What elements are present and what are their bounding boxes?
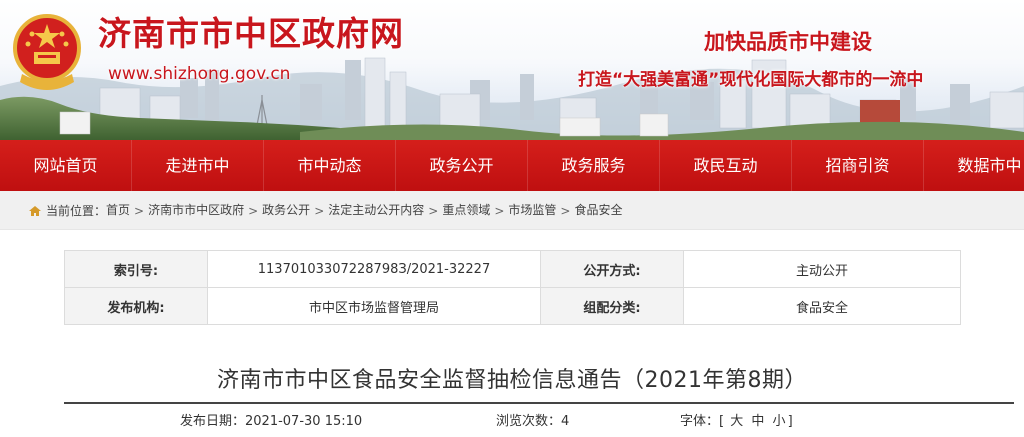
- home-icon: [29, 205, 41, 216]
- breadcrumb-item-government[interactable]: 济南市市中区政府: [148, 203, 244, 217]
- document-info-table: 索引号: 11370103307228798З/2021-32227 公开方式:…: [64, 250, 961, 325]
- views-count: 4: [561, 414, 570, 429]
- breadcrumb-separator: >: [428, 203, 439, 218]
- category-value: 食品安全: [683, 287, 961, 325]
- breadcrumb-item-market[interactable]: 市场监管: [508, 203, 556, 217]
- font-bracket-open: [: [719, 414, 725, 429]
- breadcrumb-separator: >: [494, 203, 505, 218]
- font-medium-button[interactable]: 中: [751, 414, 764, 429]
- article-title: 济南市市中区食品安全监督抽检信息通告（2021年第8期）: [217, 368, 807, 393]
- disclosure-label: 公开方式:: [540, 250, 684, 288]
- font-bracket-close: ]: [787, 414, 793, 429]
- nav-item-data[interactable]: 数据市中: [924, 140, 1024, 191]
- font-small-button[interactable]: 小: [773, 414, 786, 429]
- breadcrumb-item-key-areas[interactable]: 重点领域: [442, 203, 490, 217]
- table-row: 索引号: 11370103307228798З/2021-32227 公开方式:…: [64, 250, 961, 288]
- breadcrumb-separator: >: [314, 203, 325, 218]
- nav-item-services[interactable]: 政务服务: [528, 140, 660, 191]
- index-value: 11370103307228798З/2021-32227: [207, 250, 541, 288]
- index-label: 索引号:: [64, 250, 208, 288]
- publish-date-label: 发布日期：: [180, 414, 246, 429]
- publish-date-group: 发布日期：2021-07-30 15:10: [180, 410, 362, 429]
- title-divider: [64, 402, 1014, 404]
- nav-item-investment[interactable]: 招商引资: [792, 140, 924, 191]
- breadcrumb: 当前位置：首页 > 济南市市中区政府 > 政务公开 > 法定主动公开内容 > 重点领域 > 市场监管…: [0, 191, 1024, 230]
- breadcrumb-separator: >: [134, 203, 145, 218]
- nav-item-news[interactable]: 市中动态: [264, 140, 396, 191]
- site-url[interactable]: www.shizhong.gov.cn: [108, 64, 290, 84]
- national-emblem-icon: [13, 14, 81, 90]
- main-nav: 网站首页 走进市中 市中动态 政务公开 政务服务 政民互动 招商引资 数据市中: [0, 140, 1024, 191]
- table-row: 发布机构: 市中区市场监督管理局 组配分类: 食品安全: [64, 287, 961, 325]
- nav-item-interaction[interactable]: 政民互动: [660, 140, 792, 191]
- breadcrumb-separator: >: [560, 203, 571, 218]
- site-banner: 济南市市中区政府网 www.shizhong.gov.cn 加快品质市中建设 打…: [0, 0, 1024, 140]
- publisher-label: 发布机构:: [64, 287, 208, 325]
- nav-item-about[interactable]: 走进市中: [132, 140, 264, 191]
- breadcrumb-item-statutory[interactable]: 法定主动公开内容: [328, 203, 424, 217]
- font-size-group: 字体：[ 大 中 小]: [680, 410, 793, 429]
- site-title[interactable]: 济南市市中区政府网: [98, 14, 404, 54]
- breadcrumb-item-home[interactable]: 首页: [106, 203, 130, 217]
- breadcrumb-label: 当前位置：: [46, 204, 107, 218]
- nav-item-home[interactable]: 网站首页: [0, 140, 132, 191]
- views-group: 浏览次数：4: [496, 410, 569, 429]
- breadcrumb-item-food-safety[interactable]: 食品安全: [574, 203, 622, 217]
- slogan-primary: 加快品质市中建设: [704, 30, 872, 54]
- publisher-value: 市中区市场监督管理局: [207, 287, 541, 325]
- category-label: 组配分类:: [540, 287, 684, 325]
- font-large-button[interactable]: 大: [730, 414, 743, 429]
- disclosure-value: 主动公开: [683, 250, 961, 288]
- views-label: 浏览次数：: [496, 414, 562, 429]
- font-size-label: 字体：: [680, 414, 720, 429]
- publish-date: 2021-07-30 15:10: [245, 414, 363, 429]
- nav-item-disclosure[interactable]: 政务公开: [396, 140, 528, 191]
- breadcrumb-separator: >: [248, 203, 259, 218]
- slogan-secondary: 打造“大强美富通”现代化国际大都市的一流中: [578, 70, 924, 90]
- breadcrumb-item-disclosure[interactable]: 政务公开: [262, 203, 310, 217]
